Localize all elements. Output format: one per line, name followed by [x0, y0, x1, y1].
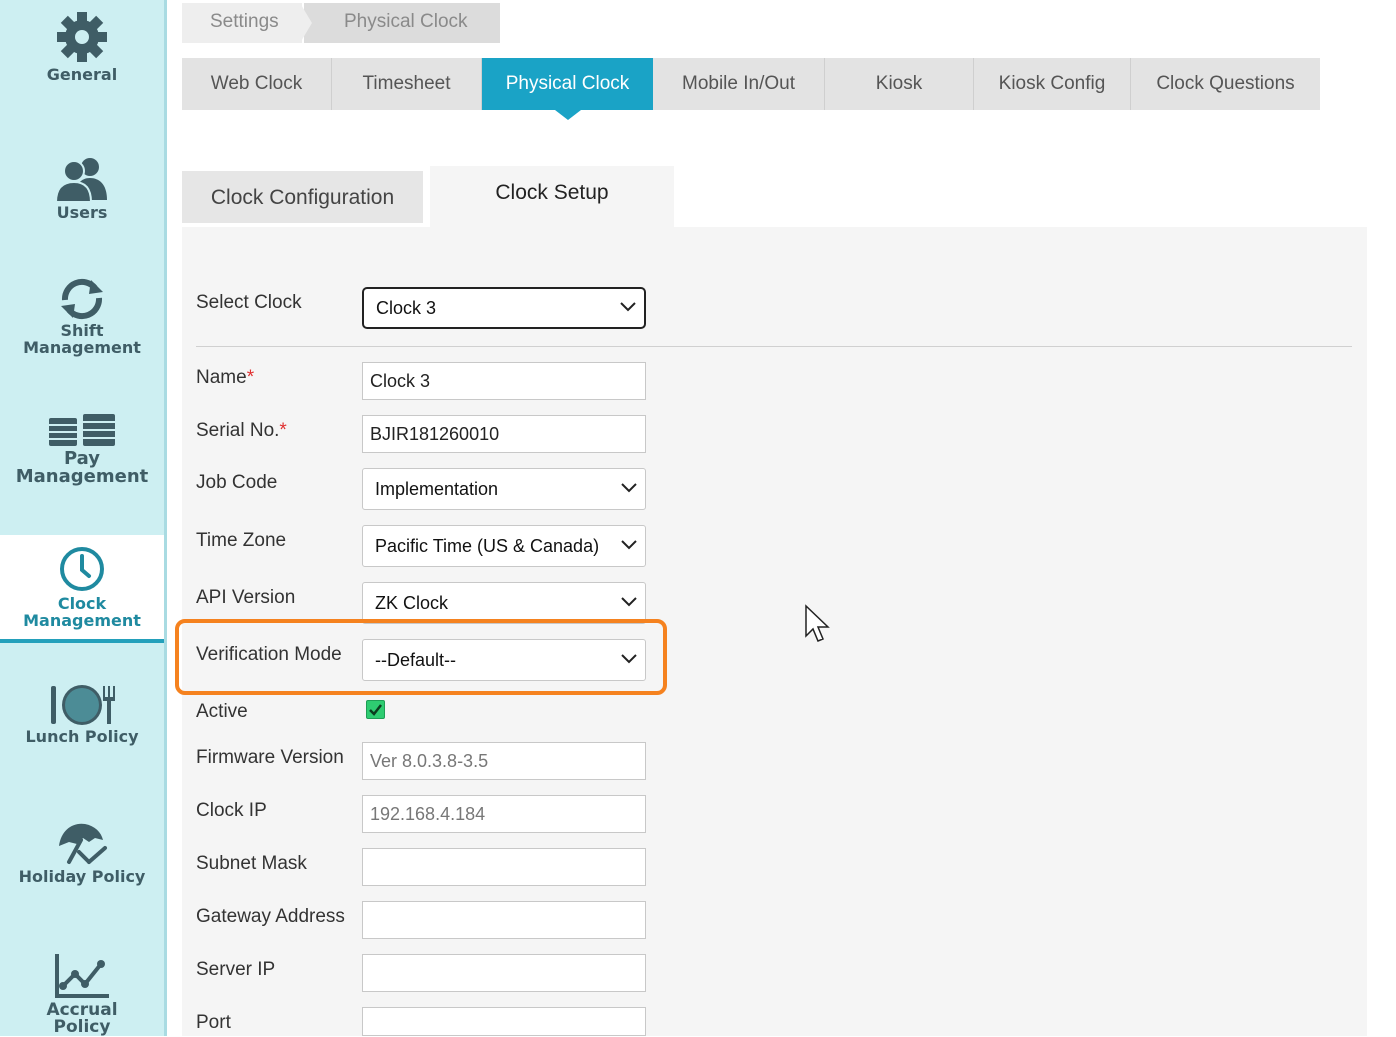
subnet-mask-input[interactable]	[362, 848, 646, 886]
tab-web-clock[interactable]: Web Clock	[182, 58, 332, 110]
subtab-clock-configuration[interactable]: Clock Configuration	[182, 171, 423, 223]
tab-physical-clock[interactable]: Physical Clock	[482, 58, 653, 120]
select-clock-label: Select Clock	[196, 292, 302, 313]
api-version-dropdown[interactable]: ZK Clock	[362, 582, 646, 624]
firmware-label: Firmware Version	[196, 747, 344, 768]
gateway-address-input[interactable]	[362, 901, 646, 939]
job-code-label: Job Code	[196, 472, 278, 493]
sidebar: General Users Shift Management Pay Manag…	[0, 0, 167, 1036]
job-code-dropdown[interactable]: Implementation	[362, 468, 646, 510]
sidebar-item-label: Shift	[60, 321, 104, 340]
sidebar-item-label: Management	[15, 466, 149, 487]
job-code-value: Implementation	[375, 479, 499, 499]
clock-icon	[60, 547, 104, 591]
plate-icon	[51, 685, 115, 725]
chevron-down-icon	[620, 302, 636, 312]
api-version-value: ZK Clock	[375, 593, 449, 613]
sidebar-item-label: Policy	[53, 1017, 111, 1037]
port-label: Port	[196, 1012, 231, 1033]
verification-mode-label: Verification Mode	[196, 644, 342, 665]
active-label: Active	[196, 701, 248, 722]
sidebar-item-label: Management	[23, 611, 141, 630]
api-version-label: API Version	[196, 587, 296, 608]
select-clock-value: Clock 3	[376, 298, 437, 318]
sidebar-item-label: Lunch Policy	[25, 727, 139, 746]
umbrella-icon	[59, 823, 107, 864]
time-zone-value: Pacific Time (US & Canada)	[375, 536, 600, 556]
sidebar-item-clock-management[interactable]: Clock Management	[0, 535, 164, 643]
sidebar-item-holiday-policy[interactable]: Holiday Policy	[0, 820, 164, 896]
server-ip-input[interactable]	[362, 954, 646, 992]
verification-mode-dropdown[interactable]: --Default--	[362, 639, 646, 681]
required-marker: *	[246, 367, 255, 388]
sidebar-item-general[interactable]: General	[0, 10, 164, 90]
sidebar-item-lunch-policy[interactable]: Lunch Policy	[0, 684, 164, 756]
sidebar-item-shift-management[interactable]: Shift Management	[0, 278, 164, 360]
name-input[interactable]	[362, 362, 646, 400]
tab-mobile-in-out[interactable]: Mobile In/Out	[653, 58, 825, 110]
sidebar-item-label: General	[46, 65, 118, 84]
time-zone-dropdown[interactable]: Pacific Time (US & Canada)	[362, 525, 646, 567]
sidebar-item-label: Management	[23, 338, 141, 357]
select-clock-dropdown[interactable]: Clock 3	[362, 287, 646, 329]
breadcrumb-physical-clock: Physical Clock	[304, 3, 500, 43]
name-label: Name*	[196, 367, 255, 388]
sidebar-item-pay-management[interactable]: Pay Management	[0, 412, 164, 494]
active-checkbox[interactable]	[366, 700, 385, 719]
chevron-down-icon	[621, 597, 637, 607]
time-zone-label: Time Zone	[196, 530, 287, 551]
sidebar-item-users[interactable]: Users	[0, 156, 164, 226]
refresh-icon	[61, 278, 103, 320]
serial-label: Serial No.*	[196, 420, 287, 441]
section-divider	[196, 346, 1352, 347]
subnet-mask-label: Subnet Mask	[196, 853, 307, 874]
sidebar-item-accrual-policy[interactable]: Accrual Policy	[0, 952, 164, 1036]
gateway-address-label: Gateway Address	[196, 906, 345, 927]
chevron-down-icon	[621, 540, 637, 550]
gear-icon	[57, 12, 107, 62]
subtab-clock-setup[interactable]: Clock Setup	[430, 166, 674, 228]
serial-input[interactable]	[362, 415, 646, 453]
breadcrumb-settings[interactable]: Settings	[182, 3, 302, 43]
verification-mode-value: --Default--	[375, 650, 457, 670]
clock-ip-input	[362, 795, 646, 833]
sidebar-item-label: Clock	[57, 594, 107, 613]
clock-ip-label: Clock IP	[196, 800, 267, 821]
tab-timesheet[interactable]: Timesheet	[332, 58, 482, 110]
sidebar-item-label: Holiday Policy	[18, 867, 146, 886]
server-ip-label: Server IP	[196, 959, 276, 980]
checkmark-icon	[369, 704, 382, 716]
tab-kiosk-config[interactable]: Kiosk Config	[974, 58, 1131, 110]
tab-kiosk[interactable]: Kiosk	[825, 58, 974, 110]
breadcrumb-separator	[300, 3, 312, 43]
chart-icon	[55, 954, 109, 998]
money-icon	[49, 414, 115, 446]
firmware-input	[362, 742, 646, 780]
chevron-down-icon	[621, 483, 637, 493]
sidebar-item-label: Users	[56, 203, 108, 222]
users-icon	[54, 158, 107, 202]
tab-clock-questions[interactable]: Clock Questions	[1131, 58, 1320, 110]
port-input[interactable]	[362, 1007, 646, 1036]
main-tabs: Web Clock Timesheet Physical Clock Mobil…	[182, 58, 1320, 120]
chevron-down-icon	[621, 654, 637, 664]
required-marker: *	[279, 420, 287, 441]
mouse-cursor-icon	[805, 604, 830, 642]
